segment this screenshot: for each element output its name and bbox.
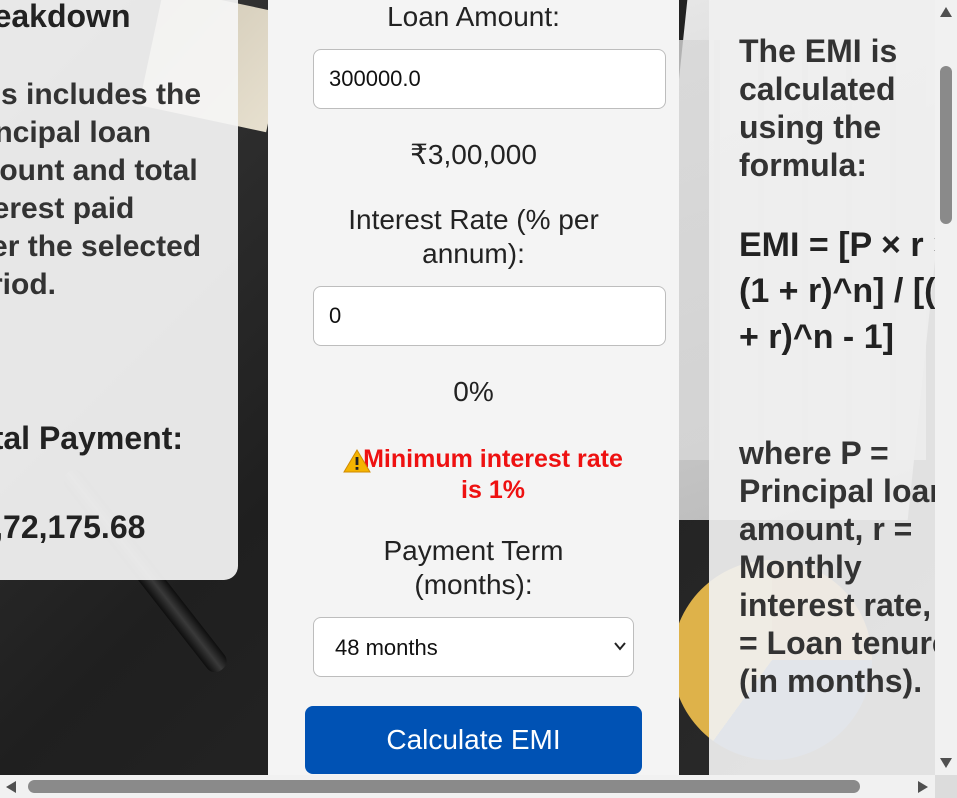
emi-form: Loan Amount: ₹3,00,000 Interest Rate (% … [268,0,679,775]
scroll-left-icon[interactable] [5,780,17,794]
horizontal-scrollbar[interactable] [0,775,935,798]
breakdown-description: This includes the principal loan amount … [0,78,202,301]
vertical-scroll-thumb[interactable] [940,66,952,224]
scroll-down-icon[interactable] [939,757,953,769]
total-payment-label: Total Payment: [0,420,183,456]
warning-text: Minimum interest rate is 1% [363,445,623,504]
breakdown-card: Breakdown This includes the principal lo… [0,0,238,580]
scrollbar-corner [935,775,957,798]
payment-term-value: 48 months [335,635,438,660]
emi-formula: EMI = [P × r × (1 + r)^n] / [(1 + r)^n -… [739,226,935,356]
formula-card: The EMI is calculated using the formula:… [709,0,935,775]
vertical-scrollbar[interactable] [935,0,957,775]
total-payment-value: ₹3,72,175.68 [0,509,146,545]
formula-explanation: where P = Principal loan amount, r = Mon… [739,435,935,699]
warning-icon [343,449,371,473]
loan-amount-formatted: ₹3,00,000 [410,139,537,170]
breakdown-heading: Breakdown [0,0,131,34]
interest-rate-formatted: 0% [453,376,494,407]
loan-amount-input[interactable] [313,49,666,109]
interest-warning: Minimum interest rate is 1% [343,444,623,506]
interest-rate-input[interactable] [313,286,666,346]
calculate-emi-button[interactable]: Calculate EMI [305,706,642,774]
payment-term-select[interactable]: 48 months [313,617,634,677]
interest-rate-label: Interest Rate (% per annum): [348,204,599,269]
scroll-up-icon[interactable] [939,6,953,18]
payment-term-label: Payment Term (months): [383,535,564,600]
loan-amount-label: Loan Amount: [387,1,560,32]
formula-intro: The EMI is calculated using the formula: [739,33,898,183]
chevron-down-icon [614,642,626,651]
scroll-right-icon[interactable] [917,780,929,794]
horizontal-scroll-thumb[interactable] [28,780,860,793]
